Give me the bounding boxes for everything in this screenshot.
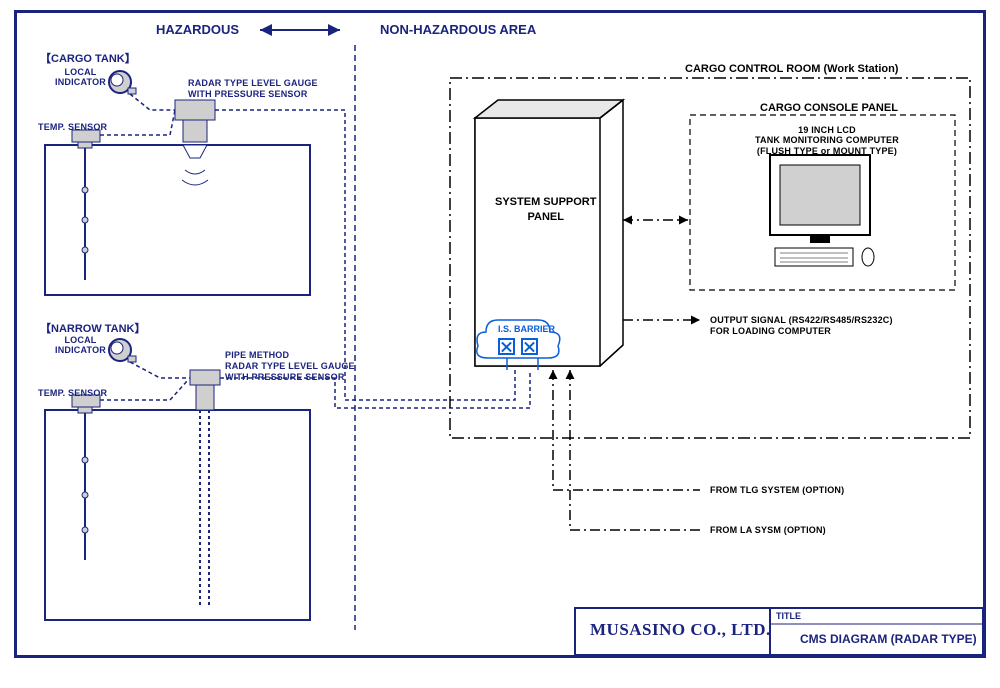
cargo-local-ind: LOCAL INDICATOR	[55, 68, 106, 88]
nonhazardous-label: NON-HAZARDOUS AREA	[380, 22, 536, 37]
console-title: CARGO CONSOLE PANEL	[760, 102, 898, 114]
hazardous-label: HAZARDOUS	[156, 22, 239, 37]
la-option: FROM LA SYSM (OPTION)	[710, 525, 826, 535]
barrier-label: I.S. BARRIER	[498, 324, 555, 334]
cargo-radar-lbl: RADAR TYPE LEVEL GAUGE WITH PRESSURE SEN…	[188, 78, 318, 100]
tlg-option: FROM TLG SYSTEM (OPTION)	[710, 485, 844, 495]
narrow-radar-lbl: PIPE METHOD RADAR TYPE LEVEL GAUGE WITH …	[225, 350, 355, 382]
company-name: MUSASINO CO., LTD.	[590, 620, 771, 640]
title-value: CMS DIAGRAM (RADAR TYPE)	[800, 632, 977, 646]
barrier-box-icon	[498, 338, 515, 355]
ssp-label: SYSTEM SUPPORT PANEL	[495, 195, 596, 226]
cargo-tank-title: 【CARGO TANK】	[40, 50, 136, 66]
barrier-box-icon	[521, 338, 538, 355]
cargo-temp: TEMP. SENSOR	[38, 122, 107, 132]
output-signal: OUTPUT SIGNAL (RS422/RS485/RS232C) FOR L…	[710, 315, 893, 337]
room-title: CARGO CONTROL ROOM (Work Station)	[685, 63, 898, 75]
narrow-temp: TEMP. SENSOR	[38, 388, 107, 398]
narrow-local-ind: LOCAL INDICATOR	[55, 336, 106, 356]
title-label: TITLE	[776, 611, 801, 621]
monitor-label: 19 INCH LCD TANK MONITORING COMPUTER (FL…	[755, 125, 899, 156]
narrow-tank-title: 【NARROW TANK】	[40, 320, 146, 336]
barrier-boxes	[495, 338, 541, 360]
